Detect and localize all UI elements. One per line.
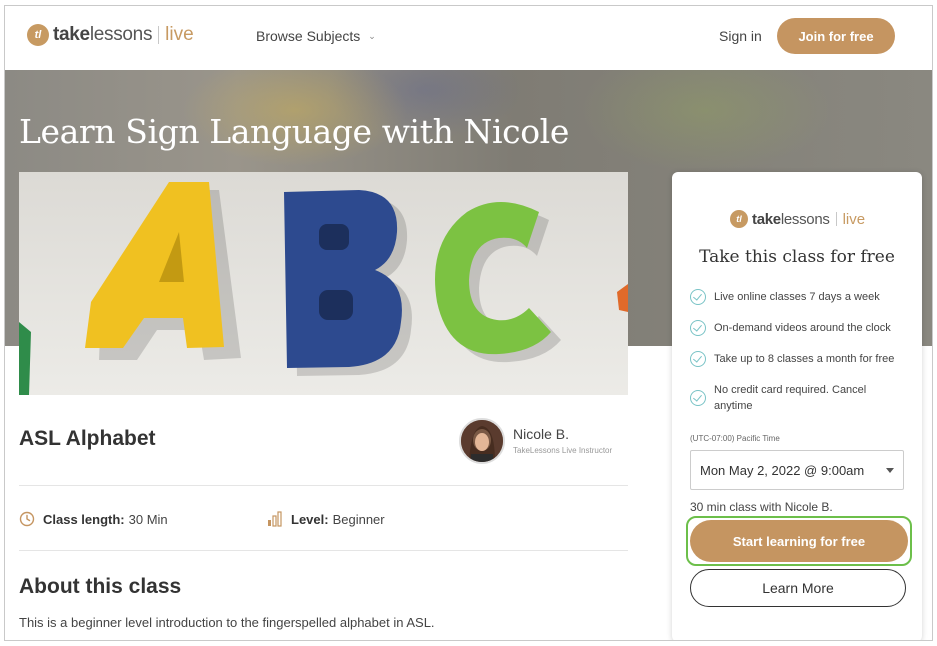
join-for-free-button[interactable]: Join for free xyxy=(777,18,895,54)
class-level-label: Level: xyxy=(291,511,329,527)
abc-blocks-image xyxy=(19,172,628,395)
check-circle-icon xyxy=(690,351,706,367)
card-logo: tl takelessons live xyxy=(730,210,865,228)
logo-mark-icon: tl xyxy=(27,24,49,46)
class-duration-text: 30 min class with Nicole B. xyxy=(690,500,833,514)
caret-down-icon xyxy=(886,468,894,473)
feature-item: Live online classes 7 days a week xyxy=(690,289,910,305)
feature-item: No credit card required. Cancel anytime xyxy=(690,382,900,414)
logo-separator xyxy=(835,212,837,226)
instructor-photo xyxy=(461,420,503,462)
logo-separator xyxy=(158,26,160,44)
divider xyxy=(19,550,628,551)
feature-item: Take up to 8 classes a month for free xyxy=(690,351,910,367)
class-image xyxy=(19,172,628,395)
class-length-value: 30 Min xyxy=(128,511,168,527)
learn-more-button[interactable]: Learn More xyxy=(690,569,906,607)
check-circle-icon xyxy=(690,320,706,336)
instructor-avatar[interactable] xyxy=(459,418,505,464)
instructor-role: TakeLessons Live Instructor xyxy=(513,446,613,455)
top-nav: tl takelessons live Browse Subjects ⌄ Si… xyxy=(5,6,932,70)
feature-text: On-demand videos around the clock xyxy=(714,322,891,334)
class-level-value: Beginner xyxy=(332,511,385,527)
feature-text: Live online classes 7 days a week xyxy=(714,291,880,303)
chevron-down-icon: ⌄ xyxy=(368,30,376,41)
browse-subjects-label: Browse Subjects xyxy=(256,28,361,44)
about-heading: About this class xyxy=(19,575,182,598)
instructor-name[interactable]: Nicole B. xyxy=(513,426,569,442)
timezone-label: (UTC-07:00) Pacific Time xyxy=(690,434,780,443)
level-bars-icon xyxy=(267,511,283,527)
logo-mark-icon: tl xyxy=(730,210,748,228)
feature-text: No credit card required. Cancel anytime xyxy=(714,384,867,412)
feature-item: On-demand videos around the clock xyxy=(690,320,910,336)
logo-take: take xyxy=(752,210,781,228)
selected-time: Mon May 2, 2022 @ 9:00am xyxy=(700,462,865,478)
class-time-select[interactable]: Mon May 2, 2022 @ 9:00am xyxy=(690,450,904,490)
divider xyxy=(19,485,628,486)
class-title: ASL Alphabet xyxy=(19,427,156,450)
check-circle-icon xyxy=(690,289,706,305)
page-frame: tl takelessons live Browse Subjects ⌄ Si… xyxy=(4,5,933,641)
feature-text: Take up to 8 classes a month for free xyxy=(714,353,895,365)
class-length: Class length: 30 Min xyxy=(19,511,168,527)
signup-card: tl takelessons live Take this class for … xyxy=(672,172,922,640)
logo-live: live xyxy=(165,24,194,45)
browse-subjects-menu[interactable]: Browse Subjects ⌄ xyxy=(256,28,376,44)
logo-lessons: lessons xyxy=(780,210,830,228)
about-text: This is a beginner level introduction to… xyxy=(19,615,435,630)
class-level: Level: Beginner xyxy=(267,511,385,527)
start-learning-button[interactable]: Start learning for free xyxy=(690,520,908,562)
check-circle-icon xyxy=(690,390,706,406)
logo-lessons: lessons xyxy=(89,24,153,45)
class-length-label: Class length: xyxy=(43,511,125,527)
takelessons-logo[interactable]: tl takelessons live xyxy=(27,24,194,46)
sign-in-link[interactable]: Sign in xyxy=(719,28,762,44)
logo-live: live xyxy=(842,210,866,228)
page-title: Learn Sign Language with Nicole xyxy=(19,112,569,151)
card-title: Take this class for free xyxy=(699,247,895,267)
clock-icon xyxy=(19,511,35,527)
logo-take: take xyxy=(53,24,90,45)
